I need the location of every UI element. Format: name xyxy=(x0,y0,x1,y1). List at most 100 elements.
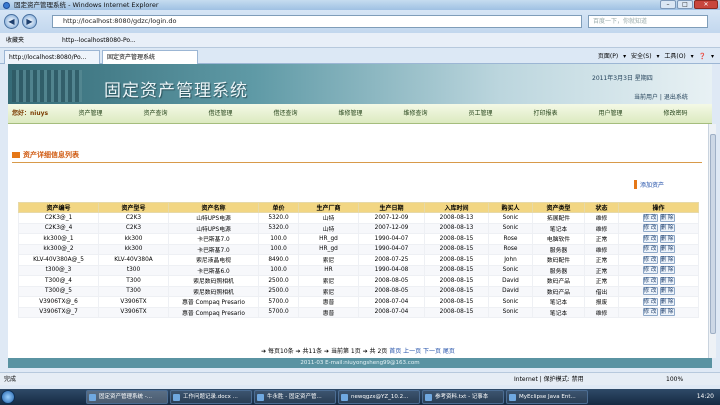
search-input[interactable]: 百度一下，你就知道 xyxy=(588,15,708,28)
nav-item[interactable]: 员工管理 xyxy=(448,104,513,124)
table-cell: kk300 xyxy=(98,233,169,245)
table-cell: 维修 xyxy=(584,243,619,255)
column-header: 操作 xyxy=(618,202,699,213)
address-input[interactable]: http://localhost:8080/gdzc/login.do xyxy=(52,15,582,28)
table-cell: 2008-08-05 xyxy=(358,275,425,287)
nav-item[interactable]: 借还查询 xyxy=(253,104,318,124)
nav-item[interactable]: 资产查询 xyxy=(123,104,188,124)
edit-button[interactable]: 修 改 xyxy=(642,266,658,275)
user-links[interactable]: 当前用户 | 退出系统 xyxy=(634,92,688,101)
edit-button[interactable]: 修 改 xyxy=(642,308,658,317)
minimize-button[interactable]: – xyxy=(660,0,676,9)
table-cell: John xyxy=(488,254,533,266)
table-cell: Rose xyxy=(488,233,533,245)
taskbar-item[interactable]: 工作问题记录.docx ... xyxy=(170,390,252,404)
delete-button[interactable]: 删 除 xyxy=(659,266,675,275)
favorite-link[interactable]: http--localhost8080-Po... xyxy=(62,33,136,48)
actions-cell: 修 改删 除 xyxy=(618,233,699,245)
delete-button[interactable]: 删 除 xyxy=(659,308,675,317)
table-cell: 2007-12-09 xyxy=(358,212,425,224)
table-row: kk300@_2 kk300 卡巴斯基7.0 100.0 HR_gd 1990-04-07… xyxy=(18,243,699,255)
forward-button[interactable]: ▶ xyxy=(22,14,37,29)
close-button[interactable]: ✕ xyxy=(694,0,718,9)
nav-item[interactable]: 维修管理 xyxy=(318,104,383,124)
taskbar-item[interactable]: MyEclipse Java Ent... xyxy=(506,390,588,404)
vertical-scrollbar[interactable] xyxy=(708,124,716,358)
edit-button[interactable]: 修 改 xyxy=(642,224,658,233)
ie-tools-menu[interactable]: 页面(P) ▾ 安全(S) ▾ 工具(O) ▾ ❓ ▾ xyxy=(598,52,714,62)
delete-button[interactable]: 删 除 xyxy=(659,213,675,222)
nav-item[interactable]: 打印报表 xyxy=(513,104,578,124)
table-cell: 正常 xyxy=(584,233,619,245)
taskbar-label: newqgzx@YZ_10.2... xyxy=(351,394,409,400)
table-cell: HR xyxy=(298,264,359,276)
security-zone: Internet | 保护模式: 禁用 xyxy=(514,376,584,383)
maximize-button[interactable]: □ xyxy=(677,0,693,9)
back-button[interactable]: ◀ xyxy=(4,14,19,29)
nav-item[interactable]: 资产管理 xyxy=(58,104,123,124)
zoom-level[interactable]: 100% xyxy=(666,373,683,386)
window-controls: – □ ✕ xyxy=(660,0,718,10)
edit-button[interactable]: 修 改 xyxy=(642,234,658,243)
table-cell: 笔记本 xyxy=(532,222,585,234)
edit-button[interactable]: 修 改 xyxy=(642,287,658,296)
column-header: 生产日期 xyxy=(358,202,425,213)
app-icon xyxy=(509,394,516,401)
pager-links[interactable]: 首页 上一页 下一页 尾页 xyxy=(389,348,455,355)
edit-button[interactable]: 修 改 xyxy=(642,276,658,285)
delete-button[interactable]: 删 除 xyxy=(659,287,675,296)
delete-button[interactable]: 删 除 xyxy=(659,276,675,285)
table-cell: 2008-08-15 xyxy=(424,306,489,318)
delete-button[interactable]: 删 除 xyxy=(659,224,675,233)
favorites-button[interactable]: 收藏夹 xyxy=(6,33,24,48)
delete-button[interactable]: 删 除 xyxy=(659,234,675,243)
table-cell: Sonic xyxy=(488,306,533,318)
table-cell: 数码产品 xyxy=(532,275,585,287)
scroll-thumb[interactable] xyxy=(710,134,716,334)
add-asset-button[interactable]: 添加资产 xyxy=(634,180,664,189)
table-cell: 5320.0 xyxy=(258,212,299,224)
table-cell: 正常 xyxy=(584,254,619,266)
nav-item[interactable]: 维修查询 xyxy=(383,104,448,124)
nav-item[interactable]: 用户管理 xyxy=(578,104,643,124)
status-text: 完成 xyxy=(4,376,17,383)
start-button[interactable] xyxy=(1,390,15,404)
table-cell: 2008-07-04 xyxy=(358,296,425,308)
table-cell: 2007-12-09 xyxy=(358,222,425,234)
table-cell: 卡巴斯基7.0 xyxy=(168,233,259,245)
tab-asset-system[interactable]: 固定资产管理系统 xyxy=(102,50,198,64)
edit-button[interactable]: 修 改 xyxy=(642,297,658,306)
delete-button[interactable]: 删 除 xyxy=(659,255,675,264)
table-cell: 索尼 xyxy=(298,275,359,287)
table-row: V3906TX@_6 V3906TX 惠普 Compaq Presario 5700.… xyxy=(18,296,699,308)
app-icon xyxy=(425,394,432,401)
table-cell: HR_gd xyxy=(298,243,359,255)
delete-button[interactable]: 删 除 xyxy=(659,297,675,306)
table-cell: 100.0 xyxy=(258,243,299,255)
window-title: 固定资产管理系统 - Windows Internet Explorer xyxy=(14,1,159,9)
ie-logo-icon xyxy=(3,2,10,9)
section-title: 资产详细信息列表 xyxy=(23,151,79,159)
taskbar-item[interactable]: 参考资料.txt - 记事本 xyxy=(422,390,504,404)
taskbar-item[interactable]: 固定资产管理系统 -... xyxy=(86,390,168,404)
table-cell: T300 xyxy=(98,275,169,287)
tab-localhost[interactable]: http://localhost:8080/Po... xyxy=(4,50,100,64)
taskbar-item[interactable]: newqgzx@YZ_10.2... xyxy=(338,390,420,404)
table-cell: David xyxy=(488,285,533,297)
edit-button[interactable]: 修 改 xyxy=(642,255,658,264)
edit-button[interactable]: 修 改 xyxy=(642,245,658,254)
delete-button[interactable]: 删 除 xyxy=(659,245,675,254)
table-cell: 索尼数码照相机 xyxy=(168,275,259,287)
table-cell: 2008-08-15 xyxy=(424,233,489,245)
nav-item[interactable]: 修改密码 xyxy=(643,104,708,124)
table-cell: 惠普 Compaq Presario xyxy=(168,296,259,308)
taskbar-label: 牛永胜 - 固定资产管... xyxy=(267,394,322,400)
column-header: 状态 xyxy=(584,202,619,213)
current-user: 您好：niuys xyxy=(12,110,49,117)
edit-button[interactable]: 修 改 xyxy=(642,213,658,222)
table-cell: 100.0 xyxy=(258,264,299,276)
nav-item[interactable]: 借还管理 xyxy=(188,104,253,124)
table-row: T300@_5 T300 索尼数码照相机 2500.0 索尼 2008-08-05 2008… xyxy=(18,285,699,297)
taskbar-item[interactable]: 牛永胜 - 固定资产管... xyxy=(254,390,336,404)
app-icon xyxy=(173,394,180,401)
